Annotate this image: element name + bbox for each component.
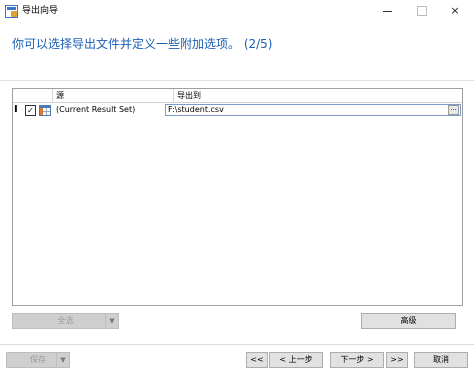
- select-all-label: 全选: [57, 316, 74, 325]
- select-all-button[interactable]: 全选 ▼: [12, 313, 119, 329]
- divider: [0, 344, 474, 345]
- minimize-icon[interactable]: [372, 2, 402, 20]
- next-button[interactable]: 下一步 >: [330, 352, 384, 368]
- chevron-down-icon[interactable]: ▼: [105, 314, 118, 328]
- table-icon: [39, 105, 51, 116]
- advanced-button[interactable]: 高级: [361, 313, 456, 329]
- title-bar: 导出向导 ×: [0, 0, 474, 24]
- destination-value[interactable]: F:\student.csv: [168, 105, 224, 115]
- destination-field[interactable]: F:\student.csv ···: [165, 104, 461, 116]
- wizard-icon: [5, 5, 18, 18]
- page-heading: 你可以选择导出文件并定义一些附加选项。 (2/5): [12, 37, 273, 51]
- column-header-source[interactable]: 源: [53, 89, 174, 102]
- cancel-button[interactable]: 取消: [414, 352, 468, 368]
- header-gutter: [13, 89, 53, 102]
- last-step-button[interactable]: >>: [386, 352, 408, 368]
- close-icon[interactable]: ×: [440, 2, 470, 20]
- export-grid[interactable]: 源 导出到 I ✓ (Current Result Set) F:\studen…: [12, 88, 463, 306]
- browse-button[interactable]: ···: [448, 105, 459, 115]
- column-header-destination[interactable]: 导出到: [174, 89, 462, 102]
- divider: [0, 80, 474, 81]
- save-button[interactable]: 保存 ▼: [6, 352, 70, 368]
- save-label: 保存: [30, 355, 46, 364]
- prev-button[interactable]: < 上一步: [269, 352, 323, 368]
- grid-header: 源 导出到: [13, 89, 462, 103]
- first-step-button[interactable]: <<: [246, 352, 268, 368]
- chevron-down-icon[interactable]: ▼: [56, 353, 69, 367]
- maximize-icon[interactable]: [406, 2, 436, 20]
- row-cursor-icon: I: [14, 104, 18, 115]
- table-row[interactable]: I ✓ (Current Result Set) F:\student.csv …: [13, 103, 462, 117]
- source-cell: (Current Result Set): [56, 105, 136, 114]
- window-title: 导出向导: [22, 6, 59, 16]
- row-checkbox[interactable]: ✓: [25, 105, 36, 116]
